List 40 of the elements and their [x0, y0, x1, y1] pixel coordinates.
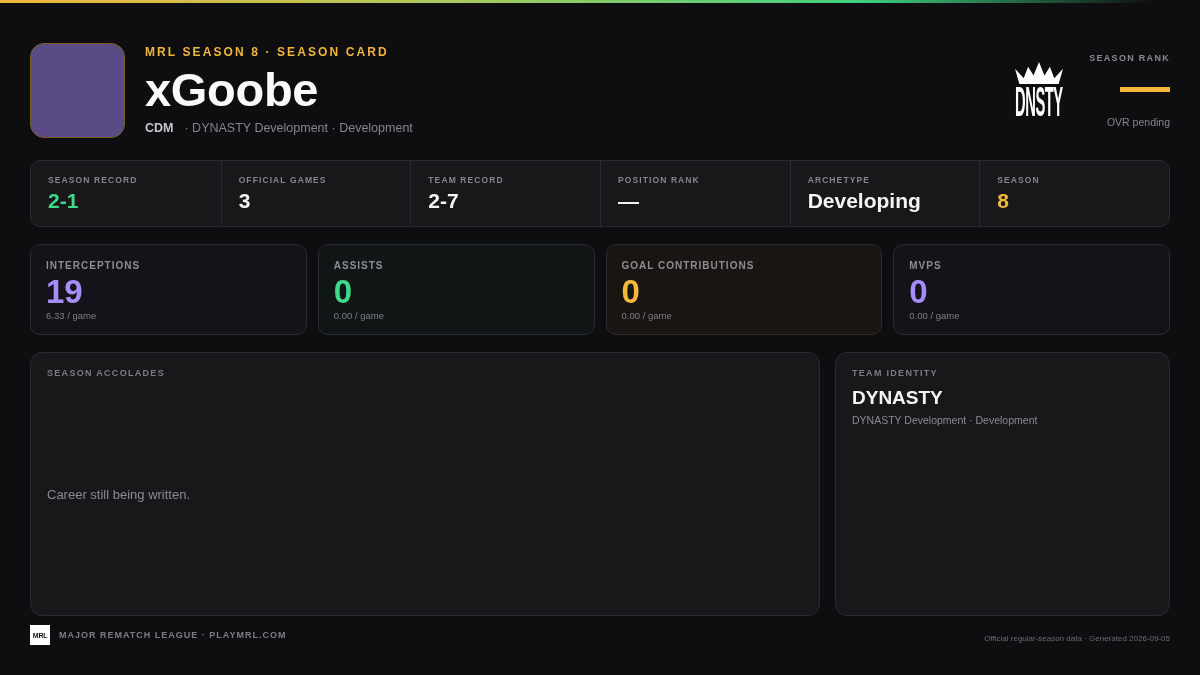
stat-value: 0 — [909, 275, 928, 309]
summary-label: ARCHETYPE — [807, 175, 870, 186]
footer-credit: MAJOR REMATCH LEAGUE · PLAYMRL.COM — [59, 629, 287, 641]
team-division: DYNASTY Development · Development — [852, 414, 1038, 427]
per-game-average: 0.00 / game — [333, 310, 384, 322]
summary-label: SEASON RECORD — [48, 175, 138, 186]
summary-value: 2-7 — [428, 189, 459, 213]
crown-icon — [1015, 62, 1064, 84]
summary-value: 8 — [997, 189, 1009, 213]
stat-label: INTERCEPTIONS — [46, 260, 141, 272]
stat-label: MVPS — [909, 260, 942, 272]
season-rank-note: OVR pending — [1106, 115, 1170, 129]
player-position: CDM — [145, 120, 174, 136]
team-name: DYNASTY — [852, 387, 943, 409]
logo-text: DNSTY — [1015, 85, 1063, 119]
summary-label: TEAM RECORD — [428, 175, 504, 186]
stat-value: 19 — [46, 275, 83, 309]
summary-value: Developing — [807, 189, 921, 213]
panel-title: SEASON ACCOLADES — [47, 368, 165, 379]
player-name: xGoobe — [145, 65, 319, 115]
stat-value: 0 — [333, 275, 353, 309]
stat-value: 0 — [621, 275, 640, 309]
summary-value: 2-1 — [48, 189, 79, 213]
summary-label: OFFICIAL GAMES — [238, 175, 327, 186]
per-game-average: 0.00 / game — [621, 310, 672, 322]
stat-label: GOAL CONTRIBUTIONS — [621, 260, 755, 272]
summary-label: POSITION RANK — [618, 175, 700, 186]
season-rank-value: — — [1120, 71, 1170, 101]
summary-label: SEASON — [997, 175, 1040, 186]
summary-value: 3 — [238, 189, 251, 213]
season-rank-label: SEASON RANK — [1089, 52, 1170, 64]
footer-note: Official regular-season data · Generated 2026-09-05 — [984, 634, 1170, 644]
per-game-average: 0.00 / game — [909, 310, 960, 322]
panel-title: TEAM IDENTITY — [852, 368, 938, 379]
card-kicker: MRL SEASON 8 · SEASON CARD — [145, 45, 389, 59]
empty-state-text: Career still being written. — [47, 486, 191, 503]
player-team: · DYNASTY Development · Development — [184, 120, 413, 136]
stat-label: ASSISTS — [333, 260, 384, 272]
summary-value: — — [618, 189, 639, 213]
per-game-average: 6.33 / game — [46, 310, 97, 322]
